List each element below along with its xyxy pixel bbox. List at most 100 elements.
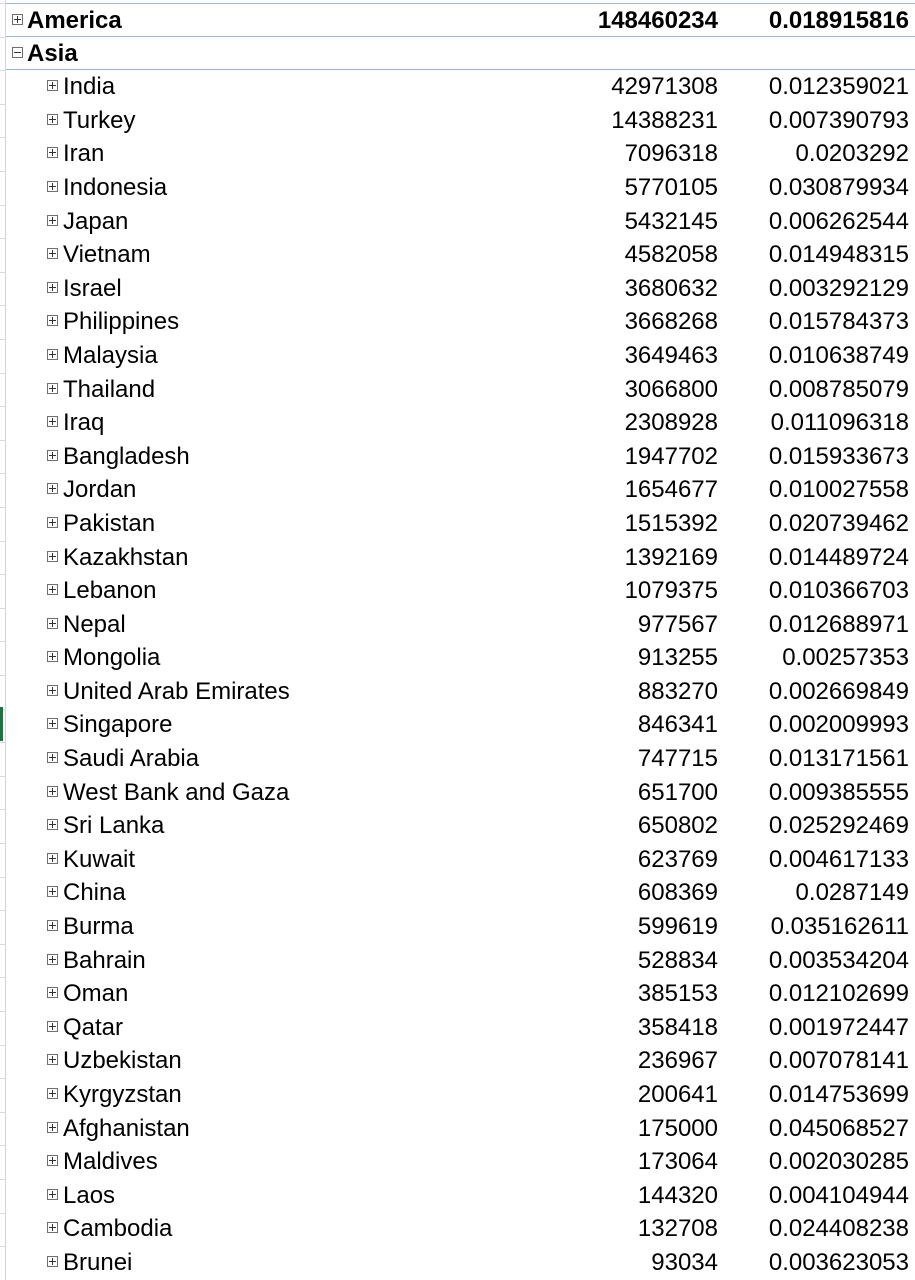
sum-value-cell: 148460234 [597,7,718,34]
expand-plus-icon[interactable] [47,1222,58,1234]
row-label: Brunei [63,1248,133,1276]
row-label: Bangladesh [63,442,190,470]
ratio-value-cell: 0.018915816 [768,7,909,34]
ratio-value-cell: 0.002030285 [768,1148,909,1176]
ratio-value-cell: 0.045068527 [768,1114,909,1142]
expand-plus-icon[interactable] [47,1121,58,1133]
expand-plus-icon[interactable] [47,1054,58,1066]
expand-plus-icon[interactable] [47,382,58,394]
sum-value-cell: 93034 [651,1248,718,1276]
expand-plus-icon[interactable] [47,1088,58,1099]
pivot-table: America 148460234 0.018915816 Asia India… [6,3,915,1280]
pivot-row-kazakhstan: Kazakhstan 1392169 0.014489724 [6,541,915,575]
ratio-value-cell: 0.014948315 [768,241,909,269]
row-label: Cambodia [63,1215,173,1243]
ratio-value-cell: 0.0287149 [795,879,909,907]
ratio-value-cell: 0.006262544 [768,207,909,235]
expand-plus-icon[interactable] [47,550,58,562]
collapse-minus-icon[interactable] [12,46,23,58]
expand-plus-icon[interactable] [47,785,58,797]
expand-plus-icon[interactable] [47,113,58,125]
expand-plus-icon[interactable] [47,1188,58,1200]
row-label: Uzbekistan [63,1047,182,1075]
ratio-value-cell: 0.025292469 [768,812,909,840]
sum-value-cell: 599619 [637,913,718,941]
expand-plus-icon[interactable] [47,852,58,864]
ratio-value-cell: 0.010638749 [768,341,909,369]
sum-value-cell: 2308928 [624,409,718,437]
expand-plus-icon[interactable] [47,248,58,260]
ratio-value-cell: 0.020739462 [768,509,909,537]
expand-plus-icon[interactable] [47,483,58,495]
row-label: Kuwait [63,845,136,873]
row-label: Thailand [63,375,156,403]
sum-value-cell: 132708 [637,1215,718,1243]
pivot-row-singapore: Singapore 846341 0.002009993 [6,708,915,742]
sum-value-cell: 42971308 [611,73,718,101]
expand-plus-icon[interactable] [47,416,58,428]
expand-plus-icon[interactable] [47,281,58,293]
ratio-value-cell: 0.003292129 [768,274,909,302]
row-label: Bahrain [63,946,146,974]
expand-plus-icon[interactable] [47,80,58,92]
expand-plus-icon[interactable] [47,214,58,226]
row-label: Japan [63,207,129,235]
pivot-row-burma: Burma 599619 0.035162611 [6,910,915,944]
expand-plus-icon[interactable] [47,987,58,999]
ratio-value-cell: 0.004617133 [768,845,909,873]
sum-value-cell: 1947702 [624,442,718,470]
expand-plus-icon[interactable] [47,752,58,764]
sum-value-cell: 3668268 [624,308,718,336]
pivot-row-cambodia: Cambodia 132708 0.024408238 [6,1212,915,1246]
row-label: Turkey [63,106,136,134]
ratio-value-cell: 0.014489724 [768,543,909,571]
pivot-row-malaysia: Malaysia 3649463 0.010638749 [6,339,915,373]
ratio-value-cell: 0.010027558 [768,476,909,504]
row-label: Maldives [63,1148,158,1176]
expand-plus-icon[interactable] [47,718,58,730]
expand-plus-icon[interactable] [47,920,58,932]
expand-plus-icon[interactable] [47,180,58,192]
pivot-row-kyrgyzstan: Kyrgyzstan 200641 0.014753699 [6,1078,915,1112]
sum-value-cell: 623769 [637,845,718,873]
expand-plus-icon[interactable] [47,584,58,596]
expand-plus-icon[interactable] [47,449,58,461]
pivot-row-mongolia: Mongolia 913255 0.00257353 [6,641,915,675]
expand-plus-icon[interactable] [47,516,58,528]
expand-plus-icon[interactable] [12,14,23,25]
ratio-value-cell: 0.030879934 [768,173,909,201]
expand-plus-icon[interactable] [47,886,58,898]
expand-plus-icon[interactable] [47,819,58,831]
expand-plus-icon[interactable] [47,315,58,327]
ratio-value-cell: 0.009385555 [768,778,909,806]
expand-plus-icon[interactable] [47,617,58,629]
pivot-row-uzbekistan: Uzbekistan 236967 0.007078141 [6,1044,915,1078]
row-label: Singapore [63,711,173,739]
expand-plus-icon[interactable] [47,684,58,696]
pivot-row-brunei: Brunei 93034 0.003623053 [6,1246,915,1280]
expand-plus-icon[interactable] [47,147,58,159]
row-label: Iran [63,140,105,168]
pivot-row-jordan: Jordan 1654677 0.010027558 [6,473,915,507]
sum-value-cell: 3680632 [624,274,718,302]
sum-value-cell: 14388231 [611,106,718,134]
sum-value-cell: 385153 [637,980,718,1008]
row-label: Vietnam [63,241,151,269]
expand-plus-icon[interactable] [47,1020,58,1032]
expand-plus-icon[interactable] [47,953,58,965]
expand-plus-icon[interactable] [47,348,58,360]
sum-value-cell: 977567 [637,610,718,638]
pivot-row-oman: Oman 385153 0.012102699 [6,977,915,1011]
ratio-value-cell: 0.011096318 [770,409,909,437]
expand-plus-icon[interactable] [47,651,58,663]
expand-plus-icon[interactable] [47,1255,58,1267]
sum-value-cell: 1654677 [624,476,718,504]
sum-value-cell: 200641 [637,1081,718,1108]
sum-value-cell: 236967 [637,1047,718,1075]
sum-value-cell: 7096318 [624,140,718,168]
pivot-row-united-arab-emirates: United Arab Emirates 883270 0.002669849 [6,675,915,709]
row-label: Philippines [63,308,180,336]
row-label: Lebanon [63,577,157,605]
ratio-value-cell: 0.003623053 [768,1248,909,1276]
expand-plus-icon[interactable] [47,1155,58,1167]
